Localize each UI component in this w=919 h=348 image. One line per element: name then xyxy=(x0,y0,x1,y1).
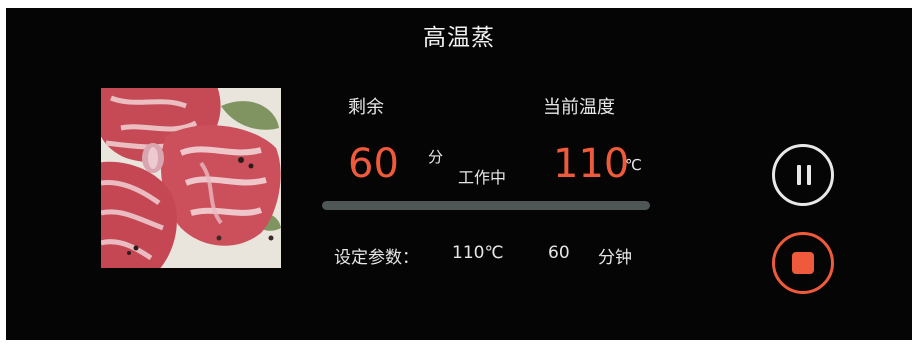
remaining-time-unit: 分 xyxy=(428,148,444,166)
program-title: 高温蒸 xyxy=(423,25,495,51)
settings-label: 设定参数： xyxy=(334,248,419,268)
remaining-label: 剩余 xyxy=(348,97,384,118)
current-temperature-value: 110 xyxy=(553,141,630,187)
remaining-time-value: 60 xyxy=(348,141,399,187)
food-image xyxy=(101,88,281,268)
current-temperature-unit: ℃ xyxy=(625,156,642,174)
pause-button[interactable] xyxy=(772,144,834,206)
set-temperature: 110℃ xyxy=(452,243,504,263)
meat-photo-illustration xyxy=(101,88,281,268)
working-status: 工作中 xyxy=(458,168,507,187)
current-temperature-label: 当前温度 xyxy=(543,97,615,118)
progress-bar xyxy=(322,201,650,210)
set-duration-unit: 分钟 xyxy=(598,248,632,268)
stop-button[interactable] xyxy=(772,232,834,294)
cooking-screen: 高温蒸 剩余 60 分 工作中 当前温度 110 ℃ 设定参数： 110℃ 60… xyxy=(6,8,912,340)
set-duration-value: 60 xyxy=(548,243,570,263)
stop-icon xyxy=(792,252,814,274)
